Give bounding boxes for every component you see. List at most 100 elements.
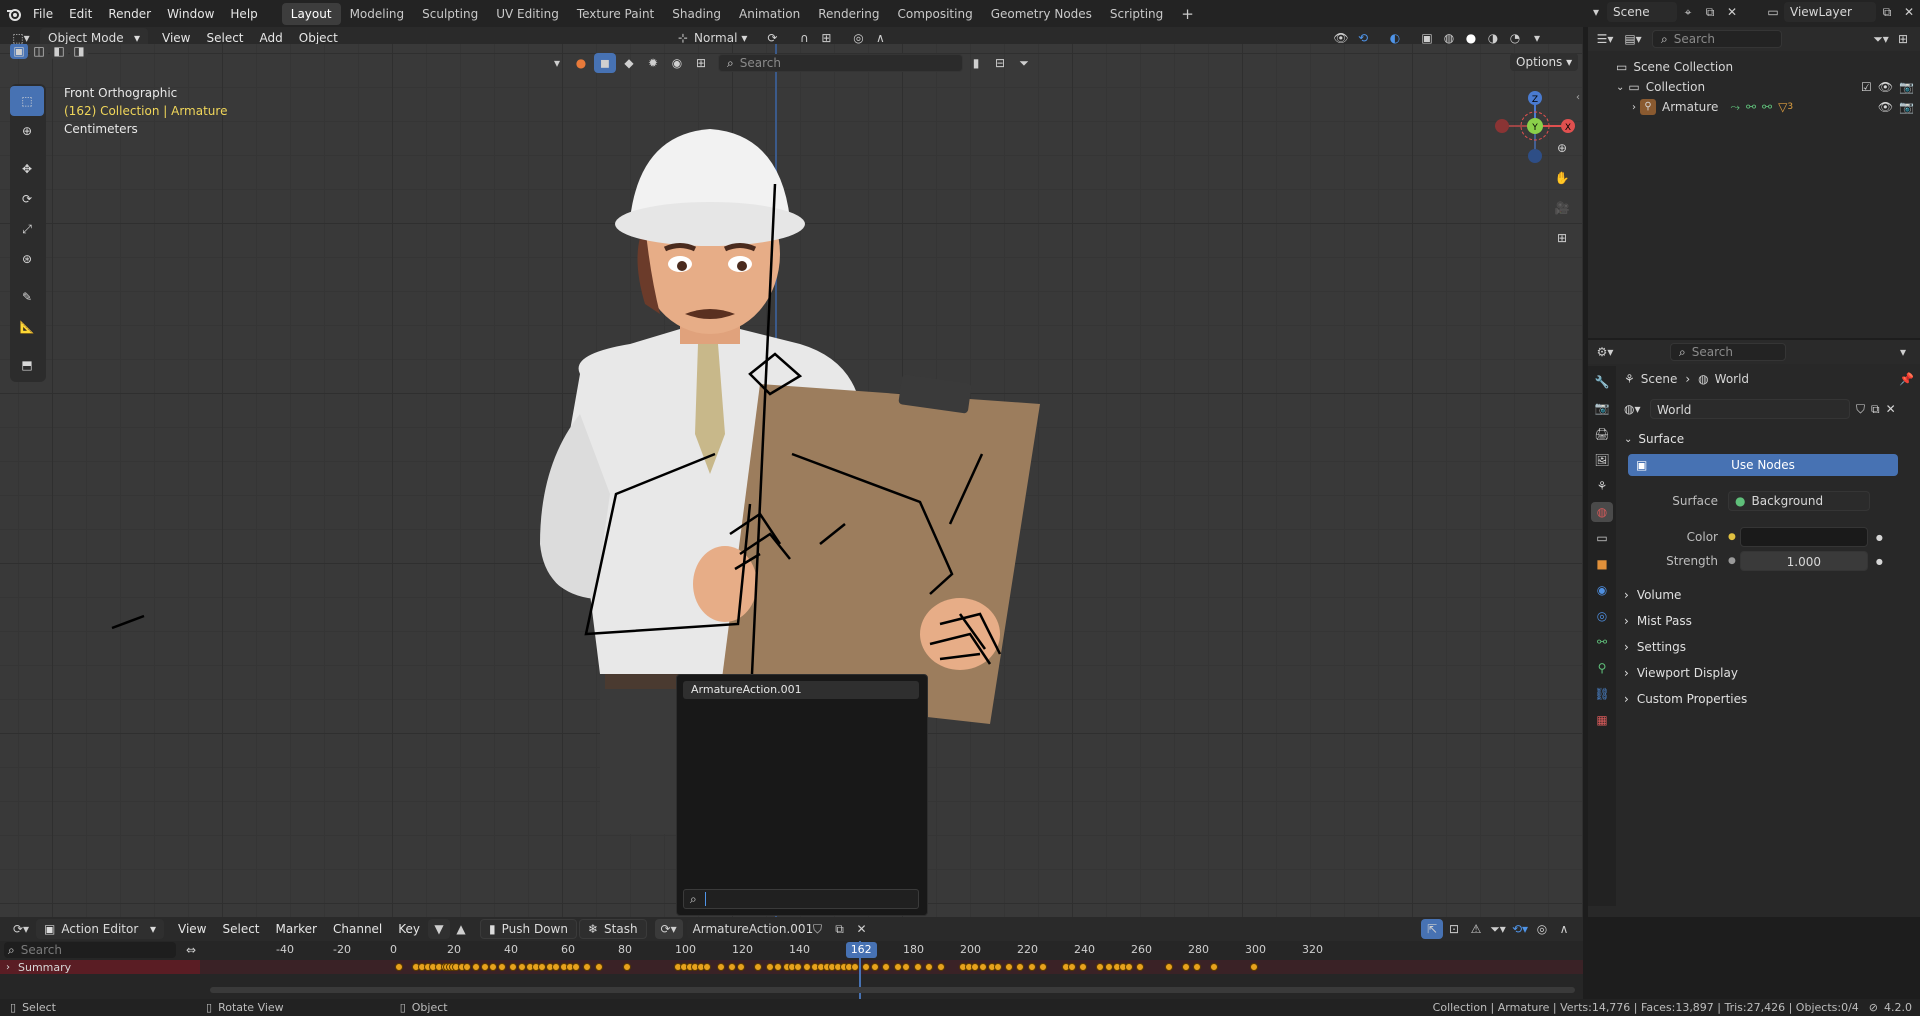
light-filter-icon[interactable]: ✹: [642, 53, 664, 73]
toggle-visibility-icon[interactable]: ▾: [546, 53, 568, 73]
cursor-tool-icon[interactable]: ⊕: [10, 116, 44, 146]
bone-icon[interactable]: ⚯: [1746, 100, 1756, 114]
falloff-icon[interactable]: ∧: [1553, 919, 1575, 939]
tab-geometry-nodes[interactable]: Geometry Nodes: [982, 3, 1101, 25]
select-extend-icon[interactable]: ◫: [30, 44, 48, 59]
pose-icon[interactable]: ⤳: [1730, 100, 1740, 115]
keyframe-marker[interactable]: [395, 963, 403, 971]
action-search-input[interactable]: ⌕: [683, 889, 919, 909]
summary-channel[interactable]: › Summary: [0, 960, 200, 974]
keyframe-marker[interactable]: [480, 963, 489, 971]
sidebar-toggle-icon[interactable]: ‹: [1576, 92, 1580, 103]
keyframe-marker[interactable]: [1079, 963, 1087, 971]
keyframe-marker[interactable]: [1067, 963, 1076, 971]
use-nodes-button[interactable]: ▣ Use Nodes: [1628, 454, 1898, 476]
transform-tool-icon[interactable]: ⊛: [10, 244, 44, 274]
select-subtract-icon[interactable]: ◧: [50, 44, 68, 59]
keyframe-marker[interactable]: [774, 963, 783, 971]
camera-render-icon[interactable]: 📷: [1899, 100, 1914, 114]
only-selected-icon[interactable]: ⇱: [1421, 919, 1443, 939]
empty-filter-icon[interactable]: ⊞: [690, 53, 712, 73]
stray-bone[interactable]: [108, 612, 148, 632]
bone-tab-icon[interactable]: ⚲: [1591, 658, 1613, 678]
modifiers-tab-icon[interactable]: ◉: [1591, 580, 1613, 600]
mesh-child-icon[interactable]: ▽: [1778, 100, 1787, 114]
properties-search-field[interactable]: ⌕ Search: [1670, 343, 1786, 361]
keyframe-marker[interactable]: [893, 963, 902, 971]
select-intersect-icon[interactable]: ◨: [70, 44, 88, 59]
keyframe-marker[interactable]: [802, 963, 811, 971]
menu-render[interactable]: Render: [100, 3, 159, 25]
surface-shader-field[interactable]: ● Background: [1728, 491, 1870, 511]
section-volume[interactable]: › Volume: [1624, 582, 1914, 608]
keyframe-marker[interactable]: [1164, 963, 1173, 971]
menu-file[interactable]: File: [25, 3, 61, 25]
outliner-search-field[interactable]: ⌕ Search: [1652, 30, 1782, 48]
keyframe-marker[interactable]: [794, 963, 802, 971]
select-new-icon[interactable]: ▣: [10, 44, 28, 59]
keyframe-dot-icon[interactable]: ●: [1876, 533, 1883, 542]
color-icon[interactable]: ●: [570, 53, 592, 73]
view-layer-icon[interactable]: ▭: [1762, 2, 1784, 22]
mesh-filter-icon[interactable]: ◆: [618, 53, 640, 73]
keyframe-marker[interactable]: [936, 963, 945, 971]
keyframe-marker[interactable]: [1124, 963, 1133, 971]
keyframe-marker[interactable]: [594, 963, 603, 971]
unlink-action-icon[interactable]: ✕: [851, 919, 873, 939]
keyframe-marker[interactable]: [1004, 963, 1013, 971]
scene-tab-icon[interactable]: ⚘: [1591, 476, 1613, 496]
scene-icon[interactable]: ▾: [1585, 2, 1607, 22]
tab-scripting[interactable]: Scripting: [1101, 3, 1172, 25]
tree-row-collection[interactable]: ⌄ ▭ Collection ☑ 👁 📷: [1588, 77, 1920, 97]
camera-view-icon[interactable]: 🎥: [1548, 194, 1576, 222]
ae-menu-marker[interactable]: Marker: [268, 918, 325, 940]
eye-icon[interactable]: 👁: [1878, 100, 1893, 114]
only-errors-icon[interactable]: ⚠: [1465, 919, 1487, 939]
keyframe-marker[interactable]: [1250, 963, 1258, 971]
keyframe-marker[interactable]: [717, 963, 726, 971]
object-data-tab-icon[interactable]: ⚯: [1591, 632, 1613, 652]
keyframe-marker[interactable]: [1193, 963, 1201, 971]
surface-panel-header[interactable]: ⌄ Surface: [1624, 426, 1914, 452]
world-name-field[interactable]: World: [1650, 399, 1850, 419]
keyframe-marker[interactable]: [463, 963, 472, 971]
stash-button[interactable]: ❄ Stash: [578, 919, 647, 939]
keyframe-marker[interactable]: [1096, 963, 1105, 971]
channel-search-input[interactable]: ⌕ Search: [4, 942, 176, 958]
eye-icon[interactable]: 👁: [1878, 80, 1893, 94]
frame-ruler[interactable]: -40 -20 0 20 40 60 80 100 120 140 180 200 220 240 260 2…: [200, 941, 1583, 959]
keyframe-marker[interactable]: [970, 963, 979, 971]
pin-scene-icon[interactable]: ⌖: [1677, 2, 1699, 22]
keyframe-marker[interactable]: [979, 963, 988, 971]
ae-menu-view[interactable]: View: [170, 918, 214, 940]
display-mode-icon[interactable]: ▤▾: [1622, 29, 1644, 49]
keyframe-marker[interactable]: [1039, 963, 1048, 971]
keyframe-marker[interactable]: [1016, 963, 1025, 971]
delete-scene-icon[interactable]: ✕: [1721, 2, 1743, 22]
view-layer-name-field[interactable]: ViewLayer: [1784, 2, 1876, 22]
keyframe-marker[interactable]: [870, 963, 879, 971]
tab-sculpting[interactable]: Sculpting: [413, 3, 487, 25]
world-tab-icon[interactable]: ◍: [1591, 502, 1613, 522]
keyframe-marker[interactable]: [702, 963, 711, 971]
bookmark-icon[interactable]: ▮: [965, 53, 987, 73]
keyframe-marker[interactable]: [517, 963, 526, 971]
section-custom-properties[interactable]: › Custom Properties: [1624, 686, 1914, 712]
keyframe-marker[interactable]: [913, 963, 922, 971]
collection-tab-icon[interactable]: ▭: [1591, 528, 1613, 548]
add-workspace-button[interactable]: +: [1172, 3, 1203, 25]
world-browse-icon[interactable]: ◍▾: [1624, 402, 1650, 416]
strength-field[interactable]: 1.000: [1739, 551, 1868, 571]
keyframe-marker[interactable]: [489, 963, 498, 971]
tab-uv-editing[interactable]: UV Editing: [487, 3, 568, 25]
keyframe-marker[interactable]: [1136, 963, 1144, 971]
fake-user-icon[interactable]: ⛉: [1856, 402, 1865, 417]
push-down-button[interactable]: ▮ Push Down: [480, 919, 577, 939]
physics-tab-icon[interactable]: ◎: [1591, 606, 1613, 626]
zoom-icon[interactable]: ⊕: [1548, 134, 1576, 162]
keyframe-marker[interactable]: [497, 963, 506, 971]
section-mist-pass[interactable]: › Mist Pass: [1624, 608, 1914, 634]
outliner-editor-type-icon[interactable]: ☰▾: [1594, 29, 1616, 49]
camera-render-icon[interactable]: 📷: [1899, 80, 1914, 94]
keyframe-marker[interactable]: [765, 963, 774, 971]
